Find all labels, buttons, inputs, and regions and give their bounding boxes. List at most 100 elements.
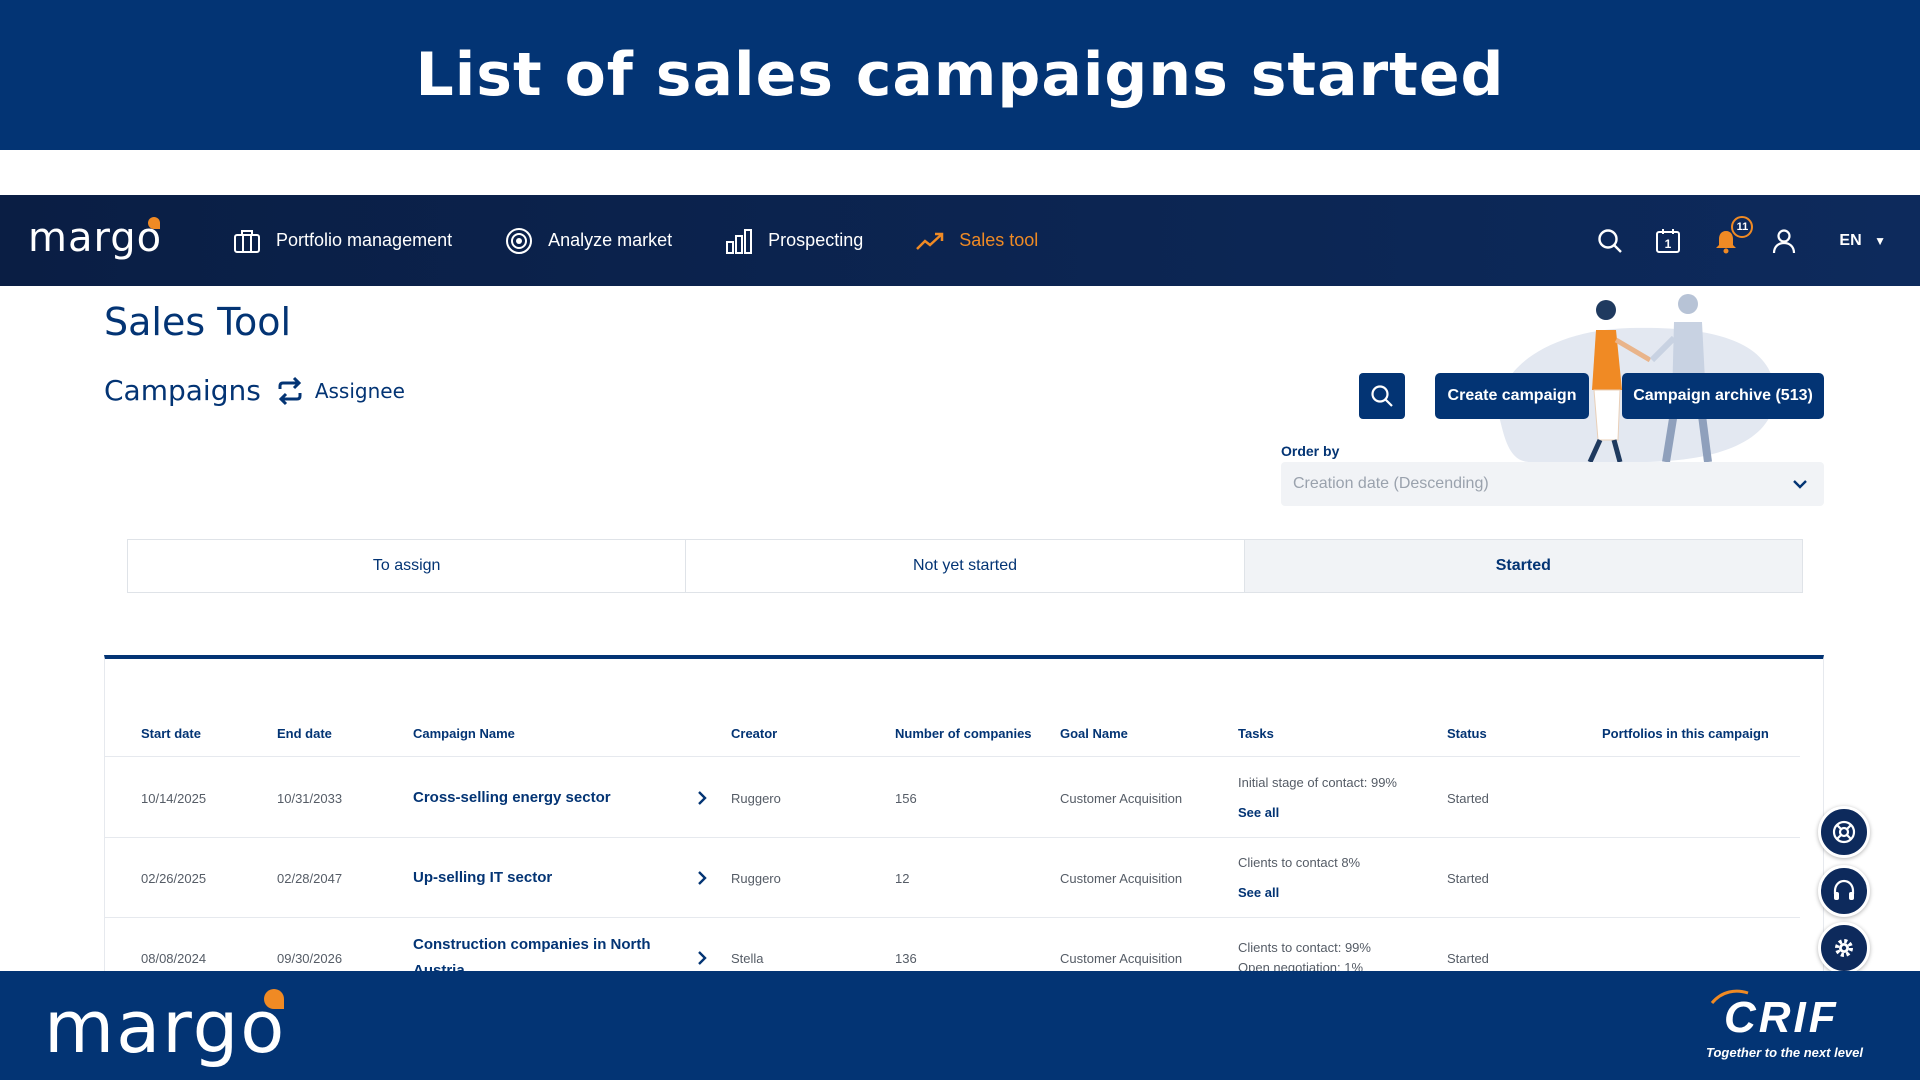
margo-logo[interactable]: margo <box>28 215 162 261</box>
chevron-right-icon[interactable] <box>696 838 708 918</box>
bell-icon[interactable]: 11 <box>1711 215 1754 256</box>
order-by-select[interactable]: Creation date (Descending) <box>1281 462 1824 506</box>
column-header-goal-name[interactable]: Goal Name <box>1060 709 1128 757</box>
bar-chart-icon <box>724 226 754 256</box>
caret-down-icon: ▼ <box>1874 233 1886 248</box>
tab-started[interactable]: Started <box>1244 540 1802 592</box>
logo-dot-icon <box>148 217 161 229</box>
nav-label: Analyze market <box>548 230 673 250</box>
campaign-search-button[interactable] <box>1359 373 1405 419</box>
campaigns-table: Start date End date Campaign Name Creato… <box>104 655 1824 971</box>
goal-name-cell: Customer Acquisition <box>1060 790 1183 806</box>
chevron-right-icon[interactable] <box>696 758 708 838</box>
slide-footer: margo CRIF Together to the next level <box>0 971 1920 1080</box>
chevron-down-icon <box>1793 480 1807 489</box>
lifebuoy-icon <box>1832 820 1856 844</box>
crif-tagline: Together to the next level <box>1706 1045 1863 1060</box>
start-date-cell: 08/08/2024 <box>141 950 207 966</box>
logo-dot-icon <box>264 989 285 1009</box>
campaign-name-link[interactable]: Up-selling IT sector <box>413 838 653 918</box>
status-cell: Started <box>1447 790 1489 806</box>
status-cell: Started <box>1447 870 1489 886</box>
table-row[interactable]: 10/14/2025 10/31/2033 Cross-selling ener… <box>105 758 1800 838</box>
nav-right-actions: 1 11 EN ▼ <box>1567 195 1886 286</box>
target-icon <box>504 226 534 256</box>
table-row[interactable]: 02/26/2025 02/28/2047 Up-selling IT sect… <box>105 838 1800 918</box>
calendar-icon[interactable]: 1 <box>1653 226 1683 256</box>
nav-item-sales-tool[interactable]: Sales tool <box>915 226 1038 256</box>
language-selector[interactable]: EN ▼ <box>1839 232 1886 250</box>
chevron-right-icon[interactable] <box>696 918 708 971</box>
table-row[interactable]: 08/08/2024 09/30/2026 Construction compa… <box>105 918 1800 971</box>
order-by-label: Order by <box>1281 443 1340 459</box>
task-progress: Clients to contact: 99% <box>1238 940 1371 955</box>
status-cell: Started <box>1447 950 1489 966</box>
creator-cell: Ruggero <box>731 870 781 886</box>
creator-cell: Ruggero <box>731 790 781 806</box>
goal-name-cell: Customer Acquisition <box>1060 870 1183 886</box>
campaign-name-link[interactable]: Cross-selling energy sector <box>413 758 653 838</box>
slide-banner: List of sales campaigns started <box>0 0 1920 150</box>
see-all-link[interactable]: See all <box>1238 803 1279 823</box>
column-header-campaign-name[interactable]: Campaign Name <box>413 709 515 757</box>
task-progress: Initial stage of contact: 99% <box>1238 775 1397 790</box>
campaign-status-tabs: To assign Not yet started Started <box>127 539 1803 593</box>
floating-help-button[interactable] <box>1818 806 1870 858</box>
column-header-start-date[interactable]: Start date <box>141 709 201 757</box>
crif-logo: CRIF Together to the next level <box>1706 985 1886 1073</box>
goal-name-cell: Customer Acquisition <box>1060 950 1183 966</box>
table-header-row: Start date End date Campaign Name Creato… <box>105 709 1800 757</box>
trend-up-icon <box>915 226 945 256</box>
top-navbar: margo Portfolio management Analyze marke… <box>0 195 1920 286</box>
logo-text: margo <box>28 215 163 261</box>
nav-label: Portfolio management <box>276 230 453 250</box>
swap-icon[interactable] <box>275 376 305 406</box>
floating-settings-button[interactable] <box>1818 922 1870 974</box>
end-date-cell: 09/30/2026 <box>277 950 343 966</box>
gear-icon <box>1835 939 1853 957</box>
start-date-cell: 02/26/2025 <box>141 870 207 886</box>
see-all-link[interactable]: See all <box>1238 883 1279 903</box>
companies-count-cell: 136 <box>895 950 917 966</box>
column-header-tasks[interactable]: Tasks <box>1238 709 1274 757</box>
language-label: EN <box>1839 231 1862 249</box>
svg-text:1: 1 <box>1665 237 1672 251</box>
companies-count-cell: 156 <box>895 790 917 806</box>
crif-brand: CRIF <box>1724 993 1839 1042</box>
column-header-status[interactable]: Status <box>1447 709 1487 757</box>
briefcase-icon <box>232 226 262 256</box>
campaigns-header: Campaigns Assignee <box>104 374 405 407</box>
task-progress: Open negotiation: 1% <box>1238 960 1364 971</box>
column-header-number-of-companies[interactable]: Number of companies <box>895 709 1032 757</box>
campaign-archive-button[interactable]: Campaign archive (513) <box>1622 373 1824 419</box>
assignee-link[interactable]: Assignee <box>315 379 405 403</box>
task-progress: Clients to contact 8% <box>1238 855 1361 870</box>
tab-not-yet-started[interactable]: Not yet started <box>686 540 1245 592</box>
main-nav: Portfolio management Analyze market Pros… <box>232 195 1090 286</box>
campaigns-title: Campaigns <box>104 374 261 407</box>
create-campaign-button[interactable]: Create campaign <box>1435 373 1589 419</box>
slide-title: List of sales campaigns started <box>415 40 1505 110</box>
column-header-end-date[interactable]: End date <box>277 709 332 757</box>
column-header-creator[interactable]: Creator <box>731 709 777 757</box>
nav-item-portfolio-management[interactable]: Portfolio management <box>232 226 452 256</box>
page: List of sales campaigns started margo Po… <box>0 0 1920 1080</box>
search-icon[interactable] <box>1595 226 1625 256</box>
nav-item-analyze-market[interactable]: Analyze market <box>504 226 672 256</box>
tasks-cell: Clients to contact 8% See all <box>1238 838 1360 918</box>
companies-count-cell: 12 <box>895 870 910 886</box>
start-date-cell: 10/14/2025 <box>141 790 207 806</box>
nav-item-prospecting[interactable]: Prospecting <box>724 226 863 256</box>
floating-support-button[interactable] <box>1818 865 1870 917</box>
tasks-cell: Clients to contact: 99% Open negotiation… <box>1238 918 1371 971</box>
tasks-cell: Initial stage of contact: 99% See all <box>1238 758 1397 838</box>
creator-cell: Stella <box>731 950 764 966</box>
nav-label: Prospecting <box>768 230 864 250</box>
user-icon[interactable] <box>1769 226 1799 256</box>
headset-icon <box>1833 879 1855 900</box>
end-date-cell: 02/28/2047 <box>277 870 343 886</box>
campaign-name-link[interactable]: Construction companies in North Austria <box>413 918 653 971</box>
tab-to-assign[interactable]: To assign <box>128 540 687 592</box>
column-header-portfolios[interactable]: Portfolios in this campaign <box>1602 709 1769 757</box>
nav-label: Sales tool <box>959 230 1039 250</box>
